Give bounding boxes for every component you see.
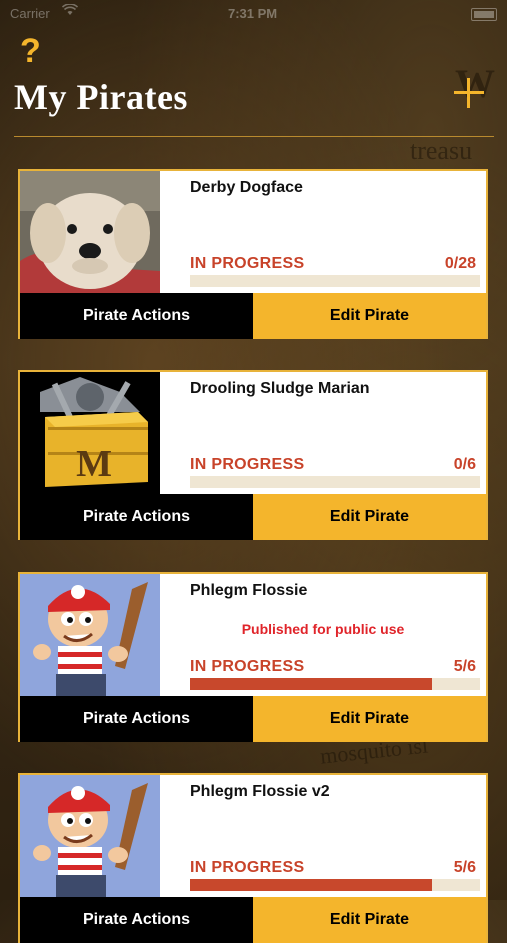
progress-bar <box>190 678 480 690</box>
pirate-image-cartoon[interactable] <box>20 574 160 696</box>
pirate-image-cartoon[interactable] <box>20 775 160 897</box>
edit-pirate-button[interactable]: Edit Pirate <box>253 897 486 943</box>
carrier-label: Carrier <box>10 6 50 21</box>
published-note: Published for public use <box>241 621 405 637</box>
pirate-actions-button[interactable]: Pirate Actions <box>20 897 253 943</box>
pirate-card: Phlegm Flossie Published for public use … <box>18 572 488 742</box>
page-title: My Pirates <box>14 77 188 117</box>
battery-icon <box>471 8 497 21</box>
progress-bar <box>190 476 480 488</box>
pirate-name: Drooling Sludge Marian <box>190 380 370 397</box>
status-label: IN PROGRESS <box>190 456 305 473</box>
progress-bar <box>190 879 480 891</box>
plus-icon[interactable] <box>452 76 486 110</box>
pirate-card: Derby Dogface IN PROGRESS 0/28 Pirate Ac… <box>18 169 488 339</box>
progress-bar-fill <box>190 678 432 690</box>
status-label: IN PROGRESS <box>190 658 305 675</box>
status-bar: Carrier 7:31 PM <box>0 0 507 28</box>
progress-count: 5/6 <box>453 658 476 675</box>
edit-pirate-button[interactable]: Edit Pirate <box>253 494 486 540</box>
clock: 7:31 PM <box>228 6 278 21</box>
progress-count: 5/6 <box>453 859 476 876</box>
header-divider <box>14 136 494 137</box>
progress-bar-fill <box>190 879 432 891</box>
map-decoration: treasu <box>410 136 473 165</box>
status-label: IN PROGRESS <box>190 859 305 876</box>
pirate-image-dog[interactable] <box>20 171 160 293</box>
question-mark-icon[interactable]: ? <box>20 32 41 71</box>
pirate-name: Phlegm Flossie v2 <box>190 783 330 800</box>
pirate-actions-button[interactable]: Pirate Actions <box>20 293 253 339</box>
pirate-name: Phlegm Flossie <box>190 582 308 599</box>
wifi-icon <box>61 3 79 19</box>
pirate-actions-button[interactable]: Pirate Actions <box>20 696 253 742</box>
status-label: IN PROGRESS <box>190 255 305 272</box>
progress-count: 0/6 <box>453 456 476 473</box>
edit-pirate-button[interactable]: Edit Pirate <box>253 696 486 742</box>
pirate-actions-button[interactable]: Pirate Actions <box>20 494 253 540</box>
svg-text:M: M <box>76 443 112 485</box>
pirate-card: Phlegm Flossie v2 IN PROGRESS 5/6 Pirate… <box>18 773 488 943</box>
pirate-image-toolbox[interactable]: M <box>20 372 160 494</box>
progress-bar <box>190 275 480 287</box>
progress-count: 0/28 <box>444 255 476 272</box>
pirate-card: M Drooling Sludge Marian IN PROGRESS 0/6… <box>18 370 488 540</box>
edit-pirate-button[interactable]: Edit Pirate <box>253 293 486 339</box>
pirate-name: Derby Dogface <box>190 179 303 196</box>
